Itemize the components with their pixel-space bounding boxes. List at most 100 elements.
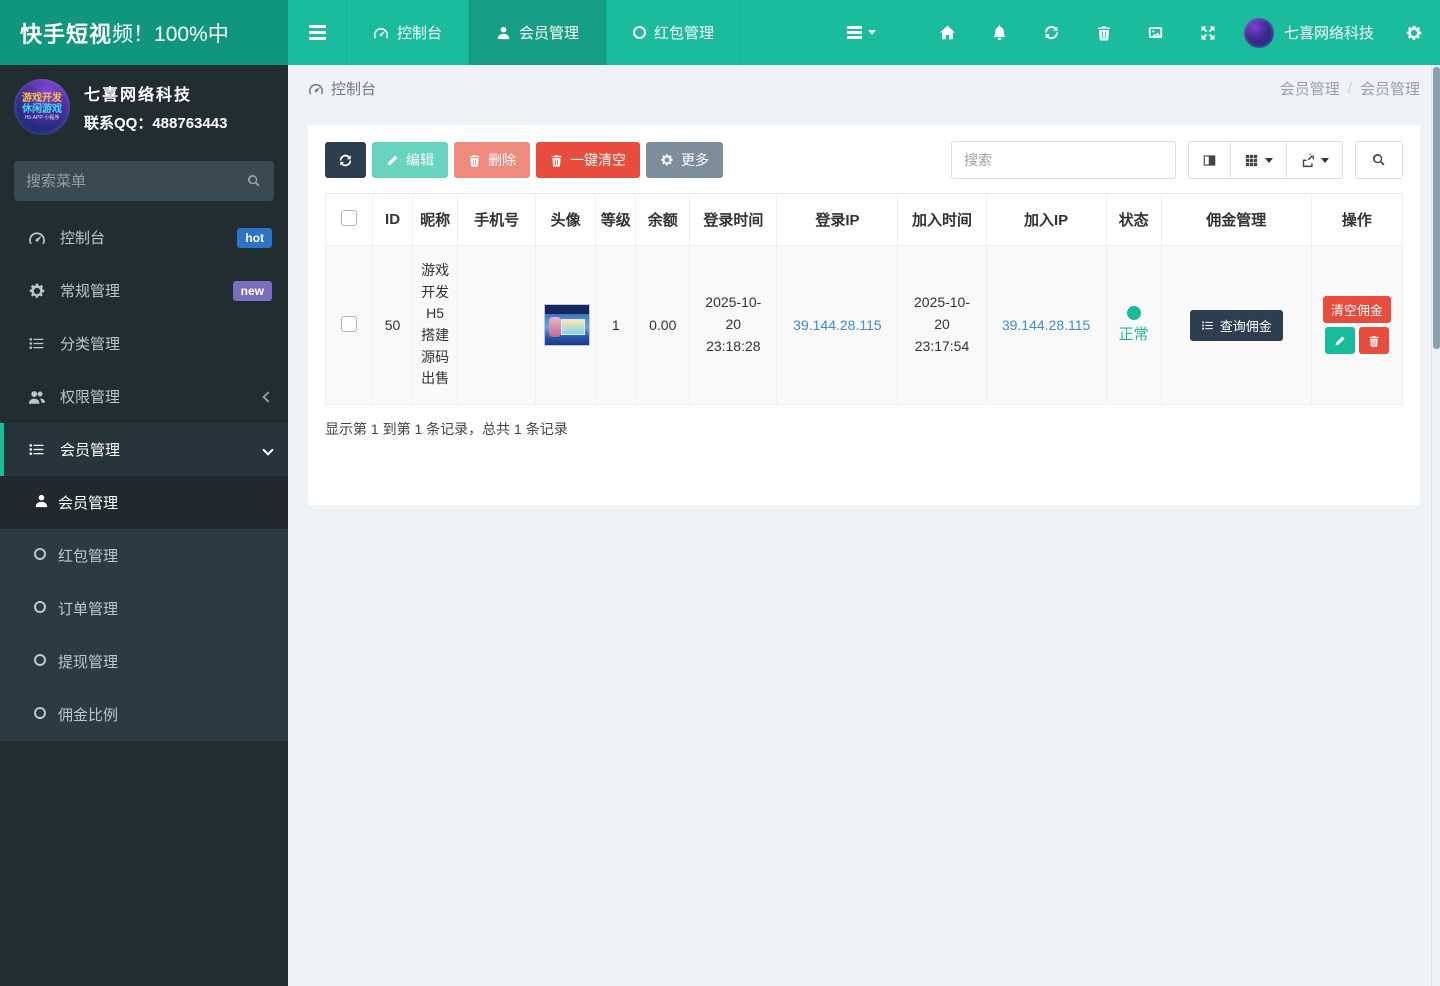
col-phone[interactable]: 手机号: [457, 193, 537, 246]
caret-down-icon: [868, 30, 877, 35]
cell-join-ip-link[interactable]: 39.144.28.115: [1002, 317, 1091, 333]
circle-icon: [34, 707, 46, 719]
cell-join-time: 2025-10-20 23:17:54: [913, 294, 971, 354]
table-row: 50 游戏开发H5搭建源码出售 1 0.00 2025-10-20 23:18:…: [324, 245, 1404, 405]
export-button[interactable]: [1287, 141, 1343, 179]
columns-button[interactable]: [1231, 141, 1287, 179]
breadcrumb-left-label[interactable]: 控制台: [331, 78, 376, 99]
sidebar-menu: 控制台 hot 常规管理 new 分类管理 权限管理 会员管理: [0, 211, 288, 476]
col-login-time[interactable]: 登录时间: [689, 193, 778, 246]
menu-search-box: [14, 161, 274, 201]
submenu-item-orders[interactable]: 订单管理: [0, 582, 288, 635]
row-delete-button[interactable]: [1358, 327, 1389, 354]
brand-title: 快手短视 频！100%中: [0, 0, 288, 65]
search-icon: [1373, 154, 1385, 166]
cell-level: 1: [595, 245, 637, 405]
user-name: 七喜网络科技: [1283, 25, 1374, 42]
circle-icon: [34, 601, 46, 613]
submenu-item-commission-rate[interactable]: 佣金比例: [0, 688, 288, 741]
submenu-item-members[interactable]: 会员管理: [0, 476, 288, 529]
circle-icon: [633, 26, 647, 39]
search-submit-button[interactable]: [1355, 141, 1403, 179]
scrollbar-track[interactable]: [1431, 65, 1440, 986]
sidebar-item-dashboard[interactable]: 控制台 hot: [0, 211, 288, 264]
detail-view-button[interactable]: [1188, 141, 1231, 179]
row-edit-button[interactable]: [1324, 327, 1355, 354]
members-panel: 编辑 删除 一键清空 更多 搜索 ID 昵称 手机号 头像 等级 余额 登录时间…: [308, 125, 1420, 505]
sidebar-item-label: 分类管理: [60, 336, 121, 353]
breadcrumb-parent[interactable]: 会员管理: [1280, 78, 1340, 99]
submenu-item-withdraw[interactable]: 提现管理: [0, 635, 288, 688]
docs-button[interactable]: [1130, 0, 1182, 65]
row-checkbox[interactable]: [341, 315, 358, 332]
tab-list-dropdown[interactable]: [830, 0, 894, 65]
user-icon: [497, 26, 510, 40]
delete-button-label: 删除: [488, 152, 516, 168]
tab-members-label: 会员管理: [519, 25, 580, 42]
users-icon: [28, 390, 46, 404]
org-contact: 联系QQ：488763443: [84, 115, 228, 132]
col-join-ip[interactable]: 加入IP: [985, 193, 1107, 246]
detail-view-icon: [1203, 154, 1216, 166]
gears-icon: [29, 283, 45, 298]
sidebar-item-members[interactable]: 会员管理: [0, 423, 288, 476]
sidebar-item-category[interactable]: 分类管理: [0, 317, 288, 370]
select-all-checkbox[interactable]: [341, 209, 358, 226]
col-join-time[interactable]: 加入时间: [897, 193, 987, 246]
sidebar-toggle-button[interactable]: [288, 0, 346, 65]
more-button[interactable]: 更多: [646, 142, 723, 178]
cell-phone: [457, 245, 537, 405]
refresh-button[interactable]: [1026, 0, 1078, 65]
delete-button[interactable]: 删除: [454, 142, 530, 178]
sidebar-item-general[interactable]: 常规管理 new: [0, 264, 288, 317]
pencil-icon: [1335, 335, 1345, 345]
refresh-button[interactable]: [325, 142, 366, 178]
grid-columns-icon: [1245, 154, 1258, 166]
cell-balance: 0.00: [635, 245, 691, 405]
dashboard-icon: [374, 27, 389, 39]
tab-dashboard-label: 控制台: [397, 25, 443, 42]
clear-commission-button[interactable]: 清空佣金: [1322, 296, 1391, 323]
edit-button[interactable]: 编辑: [372, 142, 448, 178]
edit-button-label: 编辑: [406, 152, 434, 168]
sidebar-item-label: 常规管理: [60, 283, 121, 300]
col-login-ip[interactable]: 登录IP: [776, 193, 899, 246]
col-level[interactable]: 等级: [595, 193, 637, 246]
query-commission-button[interactable]: 查询佣金: [1189, 309, 1283, 341]
sidebar-item-permission[interactable]: 权限管理: [0, 370, 288, 423]
notifications-button[interactable]: [974, 0, 1026, 65]
row-avatar-image[interactable]: [544, 304, 591, 346]
list-icon: [1201, 320, 1213, 330]
circle-icon: [34, 654, 46, 666]
clear-all-button[interactable]: 一键清空: [536, 142, 640, 178]
col-balance[interactable]: 余额: [635, 193, 691, 246]
clear-cache-button[interactable]: [1078, 0, 1130, 65]
menu-search-input[interactable]: [26, 172, 246, 190]
tab-dashboard[interactable]: 控制台: [346, 0, 470, 65]
settings-button[interactable]: [1388, 0, 1440, 65]
scrollbar-thumb[interactable]: [1433, 67, 1440, 349]
brand-text-bold: 快手短视: [20, 21, 113, 47]
col-status[interactable]: 状态: [1105, 193, 1162, 246]
cell-login-ip-link[interactable]: 39.144.28.115: [793, 317, 882, 333]
col-actions[interactable]: 操作: [1310, 193, 1404, 246]
home-button[interactable]: [922, 0, 974, 65]
cell-login-time: 2025-10-20 23:18:28: [705, 294, 762, 354]
fullscreen-button[interactable]: [1182, 0, 1234, 65]
tab-redpacket[interactable]: 红包管理: [606, 0, 742, 65]
table-search-input[interactable]: [951, 141, 1176, 179]
submenu-item-redpacket[interactable]: 红包管理: [0, 529, 288, 582]
col-commission[interactable]: 佣金管理: [1160, 193, 1312, 246]
search-icon: [248, 175, 260, 187]
list-icon: [847, 27, 863, 38]
tab-members[interactable]: 会员管理: [469, 0, 607, 65]
user-menu[interactable]: 七喜网络科技: [1234, 17, 1388, 48]
sidebar-logo: 游戏开发 休闲游戏 H5·APP·小程序: [14, 79, 70, 135]
col-avatar[interactable]: 头像: [535, 193, 597, 246]
col-id[interactable]: ID: [372, 193, 414, 246]
col-nickname[interactable]: 昵称: [412, 193, 459, 246]
query-commission-label: 查询佣金: [1219, 318, 1272, 334]
sidebar-item-label: 会员管理: [60, 442, 121, 459]
top-nav: 控制台 会员管理 红包管理 七喜网络科技: [288, 0, 1440, 65]
status-label: 正常: [1118, 326, 1149, 343]
